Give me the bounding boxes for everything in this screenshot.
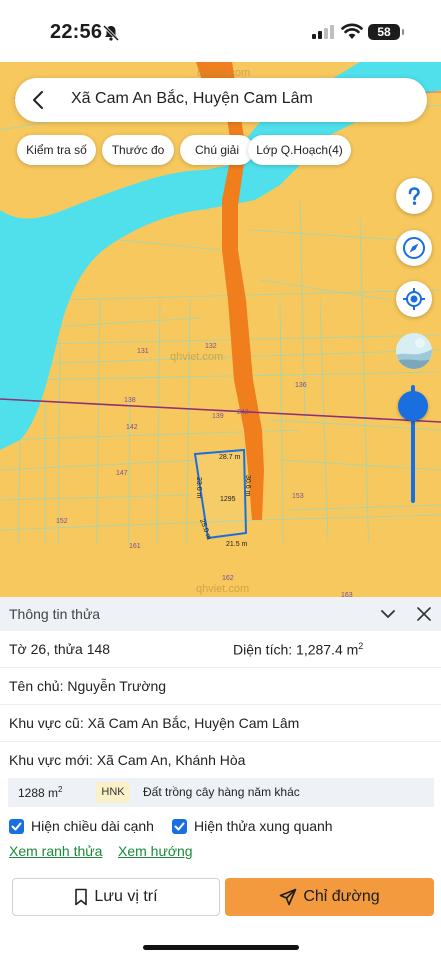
parcel-label: 147	[116, 470, 128, 477]
land-use-name: Đất trồng cây hàng năm khác	[143, 785, 300, 799]
chevron-left-icon[interactable]	[29, 89, 49, 111]
parcel-label: 132	[205, 343, 217, 350]
new-area: Khu vực mới: Xã Cam An, Khánh Hòa	[9, 752, 246, 768]
chip-check-number[interactable]: Kiểm tra số	[17, 135, 96, 165]
land-use-code-badge: HNK	[96, 782, 130, 803]
zoom-slider-thumb[interactable]	[398, 391, 428, 421]
parcel-label: 153	[292, 493, 304, 500]
close-icon[interactable]	[417, 607, 431, 621]
help-button[interactable]	[396, 178, 432, 214]
land-use-row: 1288 m2 HNK Đất trồng cây hàng năm khác	[8, 778, 434, 807]
parcel-area-label: 1295	[220, 496, 236, 503]
old-area: Khu vực cũ: Xã Cam An Bắc, Huyện Cam Lâm	[9, 715, 300, 731]
parcel-label: 131	[137, 348, 149, 355]
directions-button[interactable]: Chỉ đường	[225, 878, 434, 916]
bell-off-icon	[102, 24, 120, 42]
directions-label: Chỉ đường	[303, 888, 380, 905]
parcel-label: 242	[237, 409, 249, 416]
help-icon	[408, 187, 420, 205]
layers-button[interactable]	[396, 333, 432, 369]
parcel-label: 142	[126, 424, 138, 431]
wifi-icon	[341, 23, 363, 39]
battery-icon: 58	[368, 24, 404, 40]
locate-icon	[403, 288, 425, 310]
link-view-boundary[interactable]: Xem ranh thửa	[9, 843, 102, 859]
search-header[interactable]: Xã Cam An Bắc, Huyện Cam Lâm	[15, 78, 427, 122]
chip-ruler[interactable]: Thước đo	[102, 135, 174, 165]
chip-legend[interactable]: Chú giải	[180, 135, 254, 165]
layers-icon	[396, 333, 432, 369]
edge-length-left: 23.0 m	[195, 477, 202, 499]
area-value: Diện tích: 1,287.4 m2	[233, 641, 364, 658]
parcel-label: 138	[124, 397, 136, 404]
locate-button[interactable]	[396, 281, 432, 317]
edge-length-top: 28.7 m	[219, 454, 241, 461]
parcel-info-panel: Thông tin thửa Tờ 26, thửa 148 Diện tích…	[0, 597, 441, 960]
send-arrow-icon	[280, 888, 297, 906]
info-row-owner: Tên chủ: Nguyễn Trường	[0, 668, 441, 705]
compass-button[interactable]	[396, 230, 432, 266]
home-indicator	[143, 945, 299, 950]
checkbox-checked-icon[interactable]	[172, 819, 187, 834]
compass-icon	[403, 237, 425, 259]
save-location-button[interactable]: Lưu vị trí	[12, 878, 220, 916]
watermark-mid: qhviet.com	[170, 351, 223, 363]
land-use-area: 1288 m2	[18, 785, 63, 800]
chevron-down-icon[interactable]	[380, 607, 396, 621]
owner-name: Tên chủ: Nguyễn Trường	[9, 678, 167, 694]
info-row-sheet: Tờ 26, thửa 148 Diện tích: 1,287.4 m2	[0, 631, 441, 668]
save-location-label: Lưu vị trí	[94, 888, 158, 905]
info-row-new-area: Khu vực mới: Xã Cam An, Khánh Hòa	[0, 742, 441, 779]
parcel-label: 152	[56, 518, 68, 525]
link-view-direction[interactable]: Xem hướng	[118, 843, 193, 859]
parcel-label: 161	[129, 543, 141, 550]
panel-title: Thông tin thửa	[9, 606, 101, 622]
chip-planning-layer[interactable]: Lớp Q.Hoạch(4)	[248, 135, 351, 165]
edge-length-bottom: 21.5 m	[226, 541, 248, 548]
checkbox-checked-icon[interactable]	[9, 819, 24, 834]
sheet-number: Tờ 26, thửa 148	[9, 641, 111, 657]
status-time: 22:56	[50, 21, 103, 43]
watermark-bottom: qhviet.com	[196, 583, 249, 595]
checkbox-label: Hiện thửa xung quanh	[194, 818, 333, 834]
edge-length-right: 30.6 m	[244, 475, 251, 497]
checkbox-label: Hiện chiều dài cạnh	[31, 818, 154, 834]
info-row-old-area: Khu vực cũ: Xã Cam An Bắc, Huyện Cam Lâm	[0, 705, 441, 742]
status-bar: 22:56 58	[0, 0, 441, 62]
signal-icon	[312, 25, 334, 39]
panel-header: Thông tin thửa	[0, 597, 441, 631]
parcel-label: 162	[222, 575, 234, 582]
parcel-label: 136	[295, 382, 307, 389]
location-title: Xã Cam An Bắc, Huyện Cam Lâm	[71, 90, 313, 107]
bookmark-icon	[75, 888, 88, 906]
parcel-label: 139	[212, 413, 224, 420]
